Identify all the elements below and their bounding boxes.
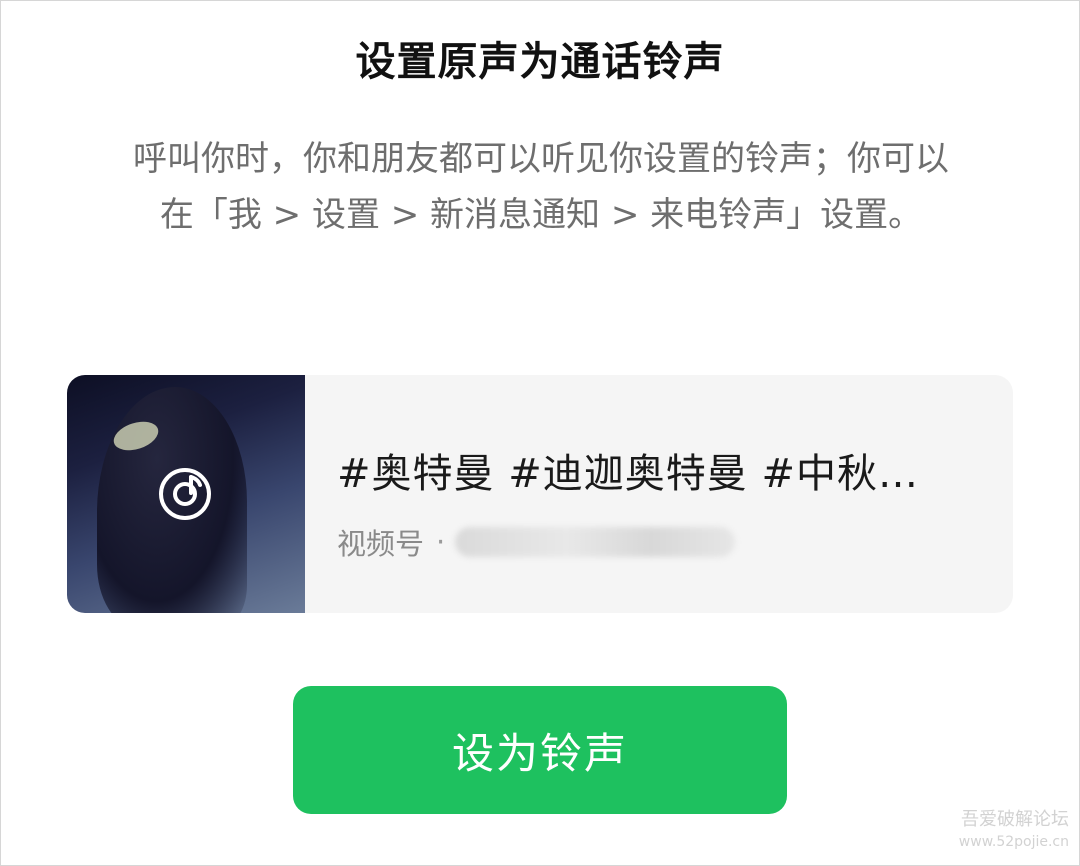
watermark-line-2: www.52pojie.cn (958, 834, 1069, 850)
set-ringtone-button[interactable]: 设为铃声 (293, 686, 787, 814)
ringtone-dialog: 设置原声为通话铃声 呼叫你时，你和朋友都可以听见你设置的铃声；你可以在「我 > … (0, 0, 1080, 866)
music-disc-icon (159, 468, 211, 520)
dialog-title: 设置原声为通话铃声 (355, 39, 725, 85)
video-card[interactable]: #奥特曼 #迪迦奥特曼 #中秋… 视频号 · (67, 375, 1013, 613)
blurred-author-name (455, 527, 736, 557)
meta-separator: · (436, 525, 446, 559)
card-text: #奥特曼 #迪迦奥特曼 #中秋… 视频号 · (337, 441, 987, 563)
video-thumbnail[interactable] (67, 375, 305, 613)
source-label: 视频号 (337, 527, 425, 561)
watermark: 吾爱破解论坛 www.52pojie.cn (959, 809, 1069, 853)
watermark-line-1: 吾爱破解论坛 (961, 809, 1069, 830)
video-tags: #奥特曼 #迪迦奥特曼 #中秋… (337, 451, 919, 497)
video-meta: 视频号 · (337, 521, 987, 563)
dialog-description: 呼叫你时，你和朋友都可以听见你设置的铃声；你可以在「我 > 设置 > 新消息通知… (133, 139, 949, 235)
